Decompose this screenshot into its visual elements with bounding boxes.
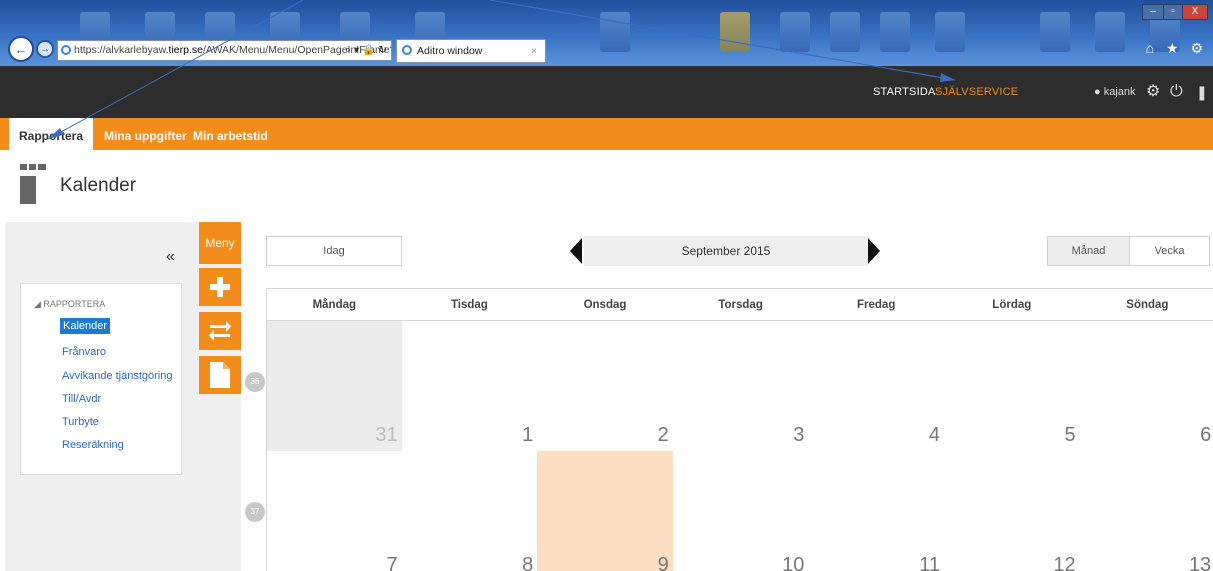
day-number: 31 [375, 424, 398, 446]
sidebar-item-turbyte[interactable]: Turbyte [62, 416, 99, 428]
calendar-day-cell[interactable]: 4 [808, 321, 945, 452]
nav-sjalvservice[interactable]: SJÄLVSERVICE [935, 66, 1018, 118]
day-header: Tisdag [401, 288, 539, 321]
address-controls[interactable]: ⌕ ▾ 🔒 ↻ [345, 41, 387, 60]
close-tab-icon[interactable]: × [531, 40, 537, 62]
address-bar[interactable]: https://alvkarlebyaw.tierp.se/AWAK/Menu/… [57, 40, 392, 61]
url-host: https://alvkarlebyaw. [74, 44, 169, 56]
pin-icon[interactable]: ❚ [1196, 84, 1208, 100]
day-header: Söndag [1079, 288, 1213, 321]
calendar-day-cell[interactable]: 2 [537, 321, 674, 452]
taskbar-icon [880, 12, 910, 52]
menu-button[interactable]: Meny [199, 222, 241, 264]
taskbar-icon [720, 12, 750, 52]
day-header: Måndag [266, 288, 403, 321]
calendar-day-cell[interactable]: 1 [401, 321, 539, 452]
user-menu[interactable]: ● kajank [1094, 66, 1136, 118]
tab-rapportera[interactable]: Rapportera [9, 118, 94, 150]
sidebar-item-till-avdr[interactable]: Till/Avdr [62, 393, 101, 405]
taskbar-icon [600, 12, 630, 52]
taskbar-icon [935, 12, 965, 52]
week-number: 36 [245, 372, 265, 392]
calendar-day-cell[interactable]: 5 [944, 321, 1081, 452]
taskbar-icon [830, 12, 860, 52]
tab-title: Aditro window [417, 45, 483, 57]
day-number: 1 [522, 424, 534, 446]
day-header: Lördag [944, 288, 1081, 321]
username: kajank [1103, 86, 1136, 98]
url-domain: tierp.se [168, 44, 203, 56]
close-window-icon[interactable]: X [1182, 4, 1208, 20]
sidebar-item-avvikande-tjanstgoring[interactable]: Avvikande tjänstgöring [62, 370, 172, 382]
browser-tab[interactable]: Aditro window × [396, 39, 546, 63]
sidebar-item-kalender[interactable]: Kalender [60, 318, 111, 334]
taskbar-icon [780, 12, 810, 52]
ie-page-icon [61, 45, 71, 55]
day-number: 13 [1188, 554, 1212, 571]
taskbar-icon [1095, 12, 1125, 52]
browser-chrome: ← → https://alvkarlebyaw.tierp.se/AWAK/M… [0, 0, 1213, 66]
restore-icon[interactable]: ▫ [1163, 4, 1183, 20]
day-header: Torsdag [672, 288, 810, 321]
swap-icon[interactable] [199, 312, 241, 350]
calendar-day-cell[interactable]: 31 [266, 321, 403, 452]
week-view-button[interactable]: Vecka [1129, 236, 1210, 266]
day-header: Onsdag [537, 288, 674, 321]
day-number: 4 [928, 424, 940, 446]
day-number: 3 [793, 424, 805, 446]
day-number: 7 [386, 554, 398, 571]
day-header: Fredag [808, 288, 945, 321]
day-number: 5 [1064, 424, 1076, 446]
sidebar-section-rapportera[interactable]: ◢ RAPPORTERA [34, 299, 105, 310]
calendar-day-cell[interactable]: 8 [401, 451, 539, 571]
app-header: STARTSIDA SJÄLVSERVICE ● kajank ⚙ ⏻ ❚ [0, 66, 1213, 118]
calendar-day-cell[interactable]: 6 [1079, 321, 1213, 452]
current-month: September 2015 [584, 236, 868, 266]
forward-icon[interactable]: → [36, 40, 54, 58]
calendar-day-cell[interactable]: 12 [944, 451, 1081, 571]
tab-mina-uppgifter[interactable]: Mina uppgifter [104, 118, 187, 150]
calendar-module-icon [20, 164, 46, 204]
day-number: 9 [657, 554, 669, 571]
calendar-day-cell[interactable]: 9 [537, 451, 674, 571]
document-icon[interactable] [199, 356, 241, 394]
calendar-day-cell[interactable]: 3 [672, 321, 810, 452]
day-number: 12 [1053, 554, 1076, 571]
day-number: 10 [782, 554, 805, 571]
page-title: Kalender [60, 175, 137, 196]
calendar-day-cell[interactable]: 11 [808, 451, 945, 571]
plus-icon[interactable] [199, 268, 241, 306]
sidebar-item-franvaro[interactable]: Frånvaro [62, 346, 106, 358]
calendar-day-cell[interactable]: 13 [1079, 451, 1213, 571]
taskbar-icon [1040, 12, 1070, 52]
user-icon: ● [1094, 86, 1101, 98]
calendar-day-cell[interactable]: 7 [266, 451, 403, 571]
tab-min-arbetstid[interactable]: Min arbetstid [193, 118, 268, 150]
back-icon[interactable]: ← [8, 36, 34, 62]
power-icon[interactable]: ⏻ [1170, 84, 1183, 100]
minimize-icon[interactable]: – [1142, 4, 1164, 20]
week-number: 37 [245, 502, 265, 522]
today-button[interactable]: Idag [266, 236, 402, 266]
month-view-button[interactable]: Månad [1047, 236, 1130, 266]
day-number: 11 [919, 554, 940, 571]
home-favorites-tools-icons[interactable]: ⌂ ★ ⚙ [1146, 40, 1207, 57]
calendar-day-cell[interactable]: 10 [672, 451, 810, 571]
next-month-icon[interactable] [868, 238, 880, 264]
collapse-sidebar-icon[interactable]: « [166, 248, 175, 266]
day-number: 8 [522, 554, 534, 571]
sidebar-item-resera-kning[interactable]: Reseräkning [62, 439, 124, 451]
gear-icon[interactable]: ⚙ [1146, 84, 1160, 100]
day-number: 6 [1200, 424, 1212, 446]
module-tabs: Rapportera Mina uppgifter Min arbetstid [0, 118, 1213, 150]
previous-month-icon[interactable] [570, 238, 582, 264]
ie-tab-icon [402, 45, 412, 55]
nav-startsida[interactable]: STARTSIDA [873, 66, 936, 118]
day-number: 2 [657, 424, 669, 446]
